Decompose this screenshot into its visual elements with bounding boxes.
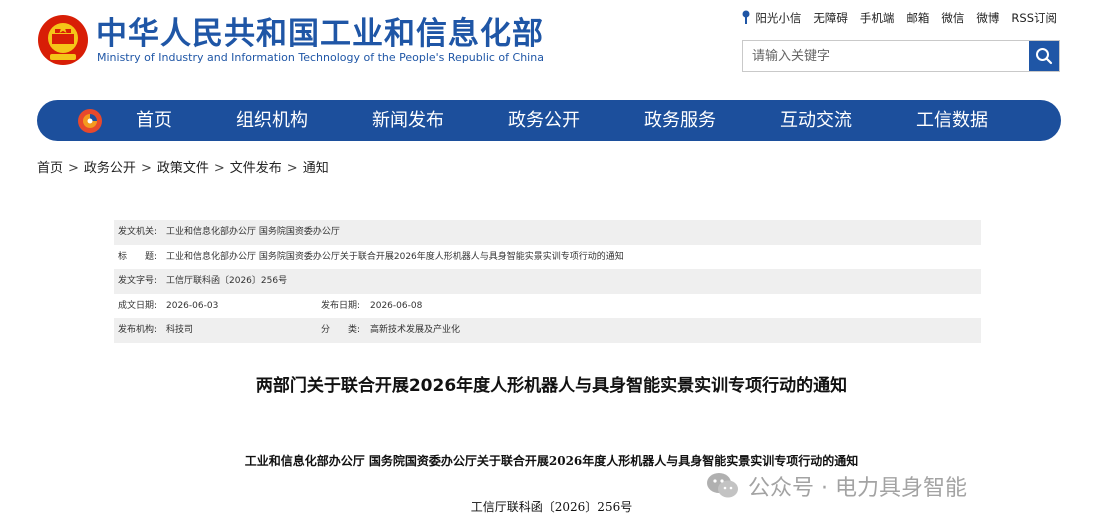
search-button[interactable] [1029,41,1059,71]
mailbox-link[interactable]: 邮箱 [906,10,929,26]
sunshine-link[interactable]: 阳光小信 [741,10,801,26]
docno-label: 发文字号: [118,276,158,287]
title-value: 工业和信息化部办公厅 国务院国资委办公厅关于联合开展2026年度人形机器人与具身… [166,251,624,262]
breadcrumb: 首页 > 政务公开 > 政策文件 > 文件发布 > 通知 [37,157,329,176]
nav-item-organization[interactable]: 组织机构 [236,100,308,141]
wechat-link[interactable]: 微信 [941,10,964,26]
category-value: 高新技术发展及产业化 [370,325,461,336]
breadcrumb-file-release[interactable]: 文件发布 [230,161,282,176]
search-icon [1036,48,1053,65]
weibo-link[interactable]: 微博 [976,10,999,26]
nav-item-government-affairs[interactable]: 政务公开 [508,100,580,141]
search-box [742,40,1060,72]
breadcrumb-current[interactable]: 通知 [303,161,329,176]
miit-logo-icon [77,108,103,134]
category-label: 分 类: [321,325,361,336]
info-row-docno: 发文字号: 工信厅联科函〔2026〕256号 [114,269,981,294]
breadcrumb-policy-files[interactable]: 政策文件 [157,161,209,176]
org-value: 科技司 [166,325,194,336]
docno-value: 工信厅联科函〔2026〕256号 [166,276,288,287]
issuer-label: 发文机关: [118,227,158,237]
watermark-text: 公众号 · 电力具身智能 [748,476,967,501]
nav-item-home[interactable]: 首页 [136,100,172,141]
breadcrumb-government-affairs[interactable]: 政务公开 [84,161,136,176]
breadcrumb-separator: > [140,161,152,176]
published-value: 2026-06-08 [370,300,423,311]
nav-item-news[interactable]: 新闻发布 [372,100,444,141]
created-value: 2026-06-03 [166,300,219,311]
org-label: 发布机构: [118,325,158,336]
search-input[interactable] [743,41,1027,71]
title-label: 标 题: [118,251,158,262]
nav-item-data[interactable]: 工信数据 [916,100,988,141]
issuer-value: 工业和信息化部办公厅 国务院国资委办公厅 [166,227,340,237]
site-subtitle: Ministry of Industry and Information Tec… [97,51,544,64]
info-row-title: 标 题: 工业和信息化部办公厅 国务院国资委办公厅关于联合开展2026年度人形机… [114,245,981,270]
main-nav: 首页 组织机构 新闻发布 政务公开 政务服务 互动交流 工信数据 [37,100,1061,141]
published-label: 发布日期: [321,300,361,311]
info-row-issuer: 发文机关: 工业和信息化部办公厅 国务院国资委办公厅 [114,220,981,245]
document-heading: 工业和信息化部办公厅 国务院国资委办公厅关于联合开展2026年度人形机器人与具身… [244,454,859,468]
info-row-org: 发布机构: 科技司 分 类: 高新技术发展及产业化 [114,318,981,343]
rss-link[interactable]: RSS订阅 [1011,10,1057,26]
nav-item-interaction[interactable]: 互动交流 [780,100,852,141]
accessibility-link[interactable]: 无障碍 [813,10,848,26]
breadcrumb-separator: > [286,161,298,176]
national-emblem-icon [37,14,89,66]
wechat-icon [707,473,738,498]
breadcrumb-separator: > [68,161,79,176]
mobile-link[interactable]: 手机端 [860,10,895,26]
created-label: 成文日期: [118,300,158,311]
document-info-table: 发文机关: 工业和信息化部办公厅 国务院国资委办公厅 标 题: 工业和信息化部办… [114,220,981,343]
top-links: 阳光小信 无障碍 手机端 邮箱 微信 微博 RSS订阅 [741,10,1057,26]
site-title: 中华人民共和国工业和信息化部 [96,16,544,52]
nav-item-government-services[interactable]: 政务服务 [644,100,716,141]
top-link-label: 阳光小信 [755,11,802,25]
info-row-dates: 成文日期: 2026-06-03 发布日期: 2026-06-08 [114,294,981,319]
breadcrumb-separator: > [213,161,225,176]
breadcrumb-home[interactable]: 首页 [37,161,63,176]
document-title: 两部门关于联合开展2026年度人形机器人与具身智能实景实训专项行动的通知 [255,376,848,396]
watermark: 公众号 · 电力具身智能 [706,470,967,502]
sunshine-icon [742,10,750,24]
